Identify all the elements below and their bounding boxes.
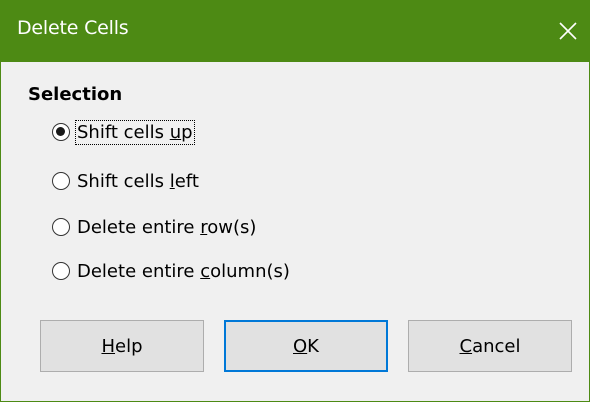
radio-shift-cells-left[interactable]: Shift cells left xyxy=(52,166,199,196)
title-bar: Delete Cells xyxy=(1,0,590,62)
cancel-button[interactable]: Cancel xyxy=(408,320,572,372)
radio-button[interactable] xyxy=(52,262,70,280)
radio-button[interactable] xyxy=(52,172,70,190)
delete-cells-dialog: Delete Cells Selection Shift cells up Sh… xyxy=(0,0,590,402)
help-button[interactable]: Help xyxy=(40,320,204,372)
radio-button[interactable] xyxy=(52,218,70,236)
close-button[interactable] xyxy=(545,0,590,62)
radio-delete-entire-rows[interactable]: Delete entire row(s) xyxy=(52,212,256,242)
ok-button[interactable]: OK xyxy=(224,320,388,372)
radio-label: Delete entire row(s) xyxy=(77,216,257,238)
close-icon xyxy=(559,22,577,40)
radio-label: Shift cells up xyxy=(75,119,195,145)
radio-delete-entire-columns[interactable]: Delete entire column(s) xyxy=(52,256,290,286)
dialog-body: Selection Shift cells up Shift cells lef… xyxy=(2,62,588,400)
radio-button-checked[interactable] xyxy=(52,123,70,141)
radio-shift-cells-up[interactable]: Shift cells up xyxy=(52,117,195,147)
window-title: Delete Cells xyxy=(17,17,129,39)
selection-heading: Selection xyxy=(28,84,123,105)
radio-label: Delete entire column(s) xyxy=(77,260,290,282)
radio-label: Shift cells left xyxy=(77,170,199,192)
